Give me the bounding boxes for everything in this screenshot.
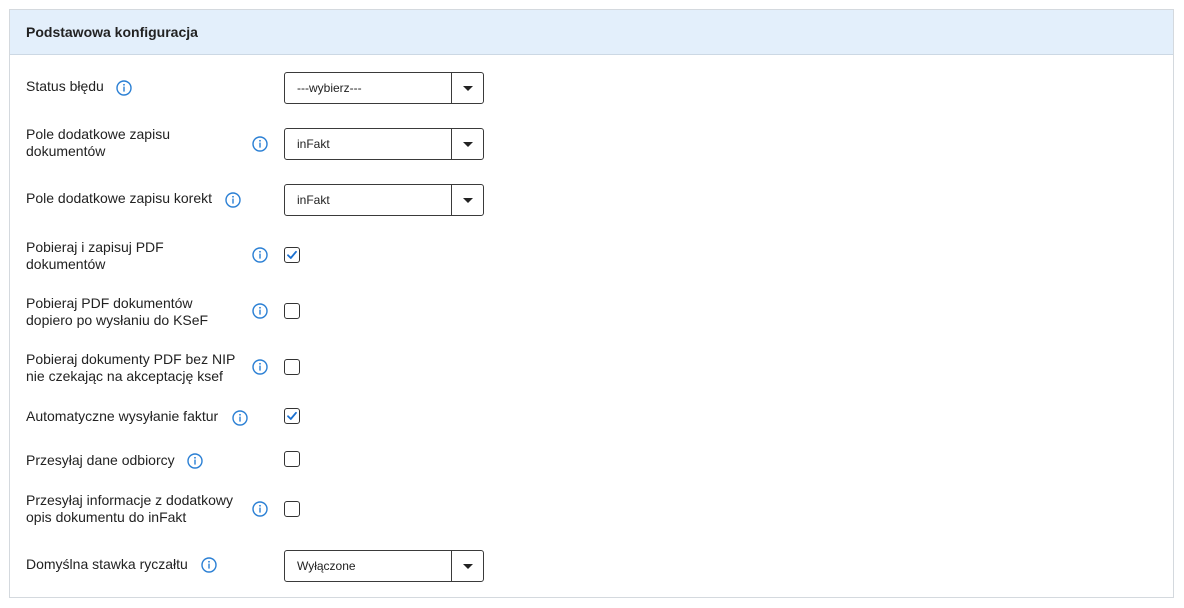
label-line: Pobieraj dokumenty PDF bez NIP [26,351,236,367]
label-line: nie czekając na akceptację ksef [26,368,223,384]
send-recipient-label: Przesyłaj dane odbiorcy [26,452,175,468]
fetch-pdf-no-nip-checkbox[interactable] [284,359,300,375]
send-extra-info-label: Przesyłaj informacje z dodatkowy opis do… [26,492,233,526]
info-icon[interactable] [252,501,268,517]
info-icon[interactable] [252,136,268,152]
dropdown-button[interactable] [451,73,483,103]
fetch-pdf-after-ksef-label: Pobieraj PDF dokumentów dopiero po wysła… [26,295,208,329]
label-line: Pole dodatkowe zapisu [26,126,170,142]
caret-down-icon [462,85,473,91]
info-icon[interactable] [187,453,203,469]
error-status-label: Status błędu [26,78,104,94]
auto-send-label: Automatyczne wysyłanie faktur [26,408,219,424]
fetch-pdf-checkbox[interactable] [284,247,300,263]
info-icon[interactable] [252,359,268,375]
label-line: Pobieraj PDF dokumentów [26,295,193,311]
corr-extra-field-label: Pole dodatkowe zapisu korekt [26,190,212,206]
auto-send-checkbox[interactable] [284,408,300,424]
caret-down-icon [462,563,473,569]
caret-down-icon [462,197,473,203]
label-line: dokumentów [26,256,106,272]
label-line: dokumentów [26,143,106,159]
error-status-value: ---wybierz--- [297,81,362,95]
panel-title: Podstawowa konfiguracja [10,10,1173,55]
label-line: dopiero po wysłaniu do KSeF [26,312,209,328]
default-rate-select[interactable]: Wyłączone [284,550,484,582]
label-line: Przesyłaj informacje z dodatkowy [26,492,233,508]
corr-extra-field-select[interactable]: inFakt [284,184,484,216]
doc-extra-field-value: inFakt [297,137,330,151]
fetch-pdf-no-nip-label: Pobieraj dokumenty PDF bez NIP nie czeka… [26,351,235,385]
check-icon [287,250,297,259]
info-icon[interactable] [116,80,132,96]
dropdown-button[interactable] [451,129,483,159]
info-icon[interactable] [252,247,268,263]
check-icon [287,411,297,420]
label-line: opis dokumentu do inFakt [26,509,187,525]
corr-extra-field-value: inFakt [297,193,330,207]
info-icon[interactable] [232,410,248,426]
fetch-pdf-after-ksef-checkbox[interactable] [284,303,300,319]
send-recipient-checkbox[interactable] [284,451,300,467]
doc-extra-field-label: Pole dodatkowe zapisu dokumentów [26,126,170,160]
caret-down-icon [462,141,473,147]
label-line: Pobieraj i zapisuj PDF [26,239,164,255]
dropdown-button[interactable] [451,185,483,215]
config-panel: Podstawowa konfiguracja Status błędu ---… [9,9,1174,598]
info-icon[interactable] [201,557,217,573]
fetch-pdf-label: Pobieraj i zapisuj PDF dokumentów [26,239,164,273]
error-status-select[interactable]: ---wybierz--- [284,72,484,104]
dropdown-button[interactable] [451,551,483,581]
doc-extra-field-select[interactable]: inFakt [284,128,484,160]
default-rate-label: Domyślna stawka ryczałtu [26,556,188,572]
send-extra-info-checkbox[interactable] [284,501,300,517]
info-icon[interactable] [252,303,268,319]
info-icon[interactable] [225,192,241,208]
default-rate-value: Wyłączone [297,559,356,573]
